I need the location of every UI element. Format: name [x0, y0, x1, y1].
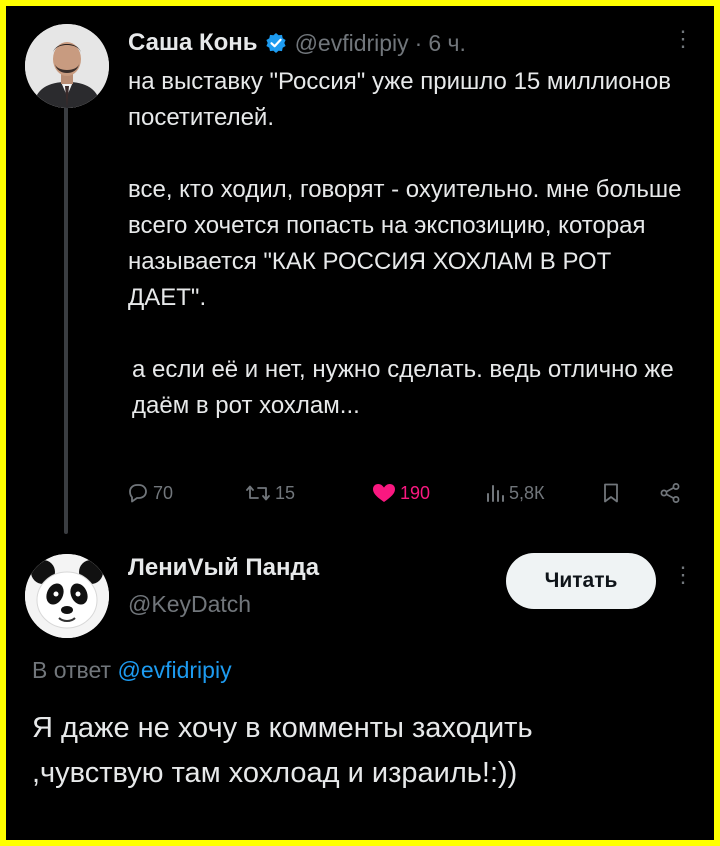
share-button[interactable] [658, 476, 682, 510]
like-count: 190 [400, 482, 431, 503]
reply-icon [126, 481, 150, 505]
reply-button[interactable]: 70 [126, 476, 173, 510]
avatar[interactable] [25, 24, 109, 108]
more-icon[interactable]: ⋮ [672, 28, 694, 50]
repost-count: 15 [275, 482, 296, 503]
tweet-time[interactable]: 6 ч. [428, 30, 466, 57]
views-icon [484, 481, 506, 505]
share-icon [658, 481, 682, 505]
verified-badge-icon [265, 32, 287, 54]
reply-author-name[interactable]: ЛениVый Панда [128, 554, 319, 582]
views-button[interactable]: 5,8К [484, 476, 545, 510]
screenshot-frame: Саша Конь @evfidripiy · 6 ч. ⋮ на выстав… [6, 6, 714, 840]
avatar[interactable] [25, 554, 109, 638]
reply-count: 70 [153, 482, 174, 503]
like-button[interactable]: 190 [371, 476, 430, 510]
bookmark-icon [600, 481, 622, 505]
tweet-paragraph: а если её и нет, нужно сделать. ведь отл… [132, 356, 674, 419]
reply-to-line: В ответ @evfidripiy [32, 657, 232, 684]
author-name[interactable]: Саша Конь [128, 29, 258, 57]
reply-to-prefix: В ответ [32, 657, 112, 683]
bookmark-button[interactable] [600, 476, 622, 510]
heart-icon [371, 481, 397, 505]
header-separator: · [414, 29, 423, 56]
thread-connector-line [64, 102, 68, 534]
tweet-paragraph: на выставку "Россия" уже пришло 15 милли… [128, 68, 671, 131]
follow-button[interactable]: Читать [506, 553, 656, 609]
reply-author-handle[interactable]: @KeyDatch [128, 591, 251, 618]
tweet-paragraph: все, кто ходил, говорят - охуительно. мн… [128, 176, 682, 311]
tweet-body: на выставку "Россия" уже пришло 15 милли… [128, 64, 688, 424]
more-icon[interactable]: ⋮ [672, 564, 694, 586]
views-count: 5,8К [509, 482, 545, 503]
tweet-action-bar: 70 15 190 5,8К [126, 476, 686, 510]
tweet-header: Саша Конь @evfidripiy · 6 ч. [128, 28, 466, 58]
reply-text: Я даже не хочу в комменты заходить ,чувс… [32, 712, 533, 789]
repost-button[interactable]: 15 [244, 476, 295, 510]
repost-icon [244, 481, 272, 505]
author-handle[interactable]: @evfidripiy [295, 30, 409, 57]
reply-to-mention[interactable]: @evfidripiy [117, 657, 231, 683]
